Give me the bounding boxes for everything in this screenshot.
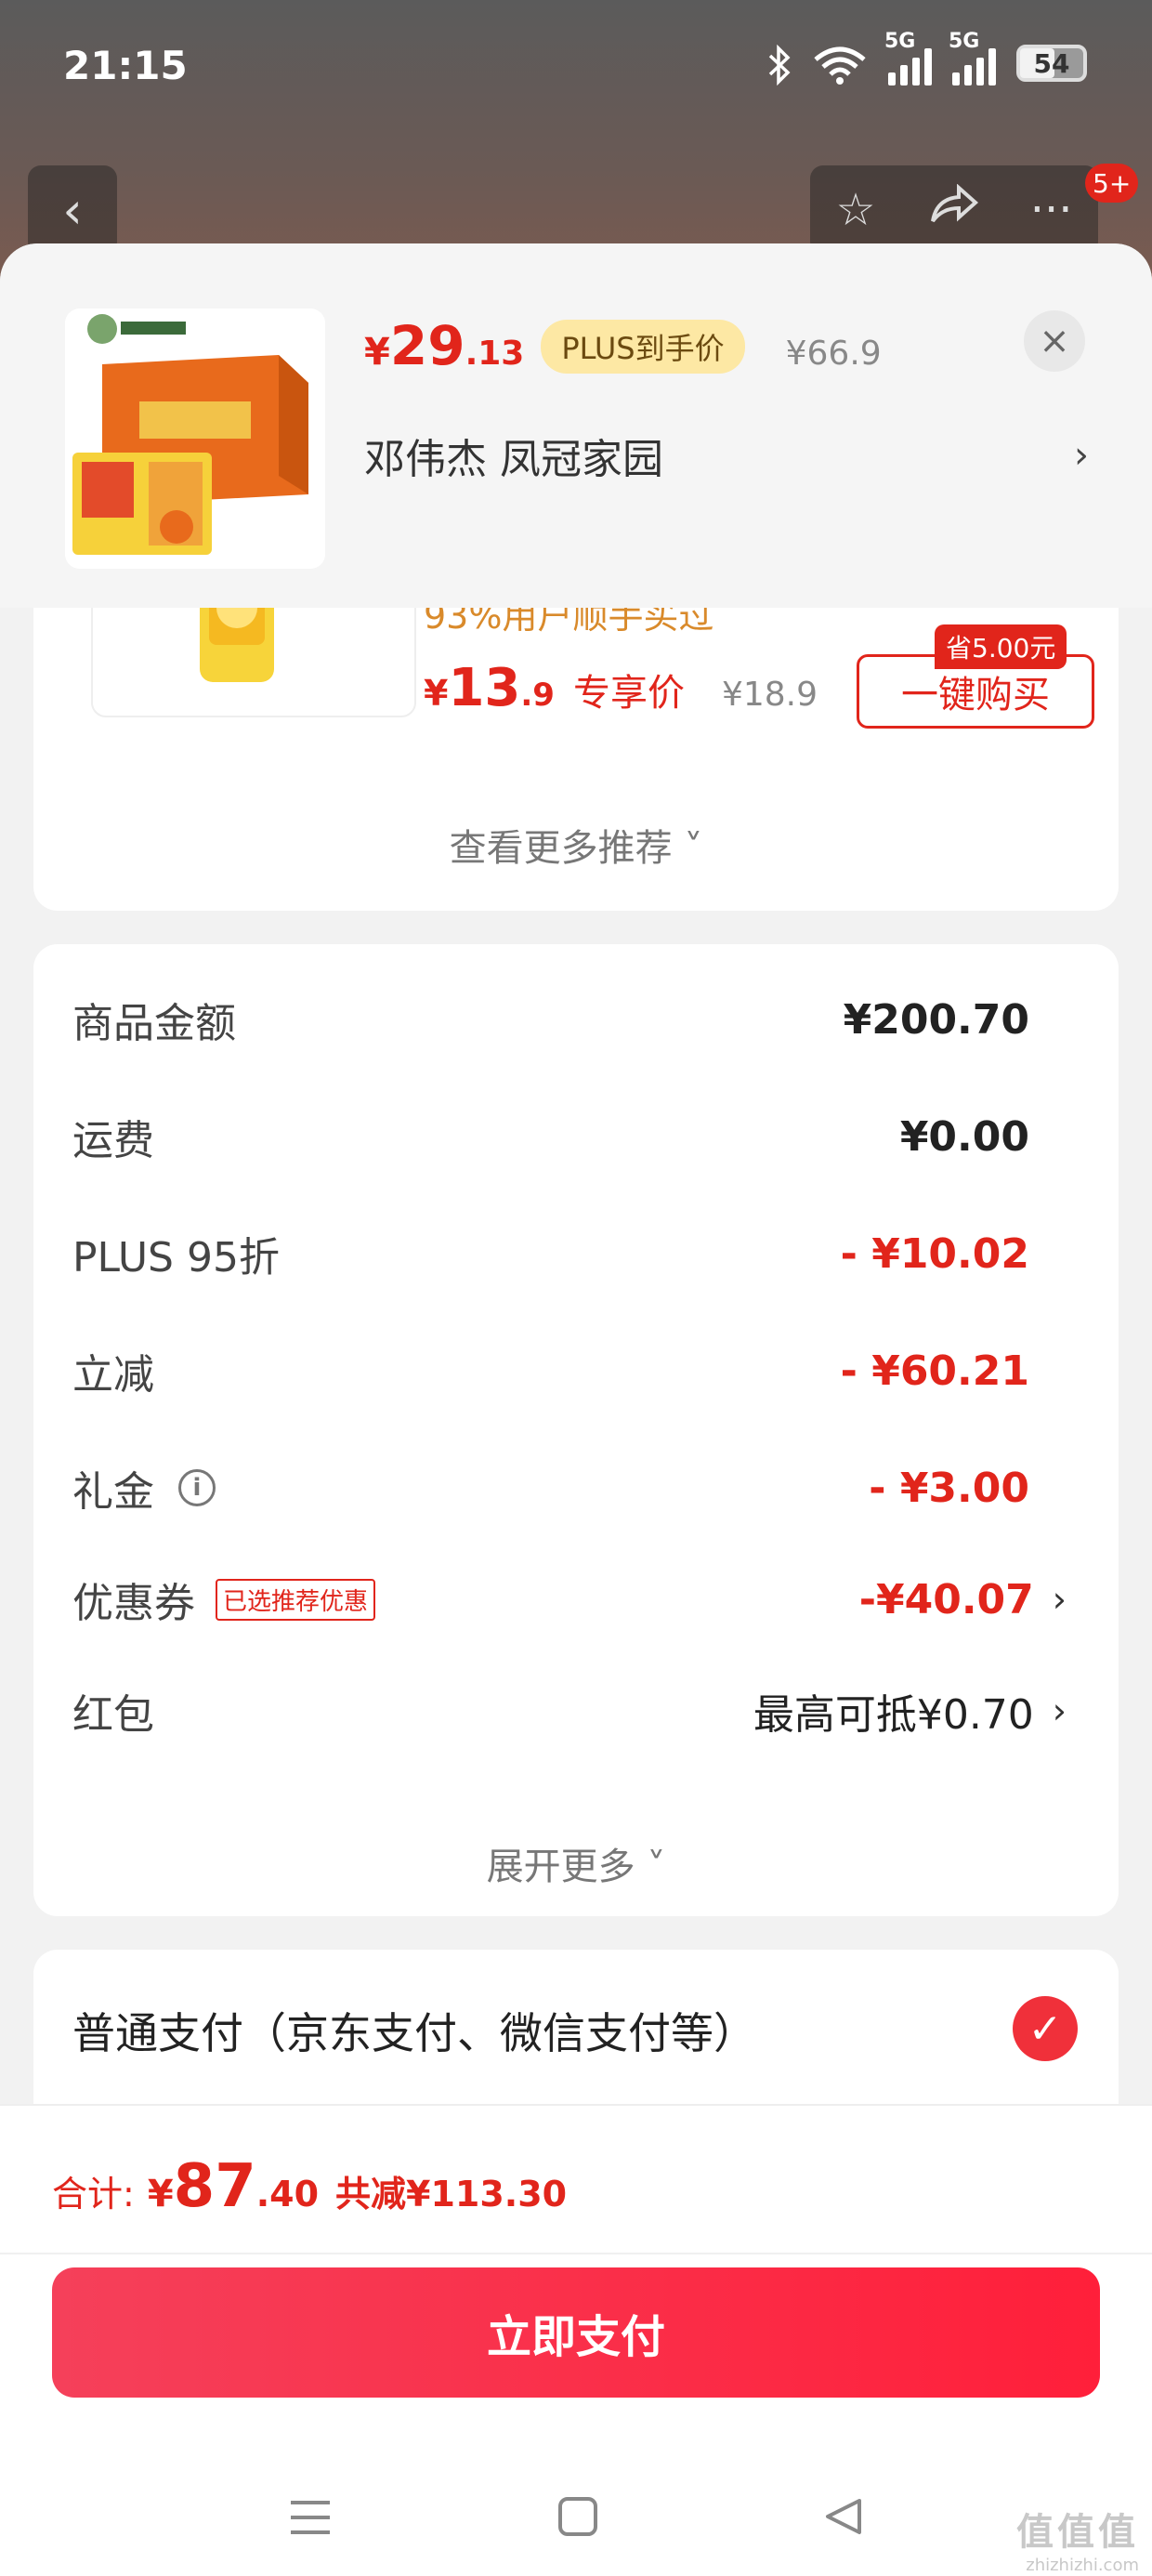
cost-row-red-packet[interactable]: 红包 最高可抵¥0.70 ›	[72, 1678, 1067, 1743]
back-triangle-icon[interactable]	[822, 2491, 865, 2551]
divider	[0, 2253, 1152, 2254]
total-saved: 共减¥113.30	[335, 2174, 568, 2215]
close-icon: ×	[1039, 320, 1070, 362]
watermark: 值值值 zhizhizhi.com	[1016, 2502, 1139, 2575]
cost-label: 立减	[72, 1351, 154, 1399]
product-image[interactable]	[65, 309, 325, 569]
info-icon[interactable]: i	[178, 1469, 216, 1506]
cost-label: 礼金	[72, 1468, 154, 1516]
cost-value-wrap: -¥40.07 ›	[859, 1576, 1067, 1623]
cost-value: - ¥10.02	[840, 1229, 1029, 1278]
exclusive-price-tag: 专享价	[572, 672, 685, 715]
cost-label: PLUS 95折	[72, 1234, 280, 1281]
pay-now-button[interactable]: 立即支付	[52, 2267, 1100, 2398]
watermark-text: 值值值	[1016, 2511, 1139, 2554]
wifi-icon	[812, 41, 868, 85]
cost-value: - ¥3.00	[869, 1464, 1029, 1512]
cost-breakdown-card: 商品金额 ¥200.70 运费 ¥0.00 PLUS 95折 - ¥10.02 …	[33, 944, 1119, 1916]
signal-icon: 5G	[884, 30, 932, 85]
home-square-icon[interactable]	[556, 2491, 599, 2551]
total-dec: .40	[255, 2174, 320, 2215]
payment-method-label: 普通支付（京东支付、微信支付等）	[72, 2008, 756, 2058]
more-icon[interactable]: ···	[1030, 184, 1073, 236]
cost-label: 运费	[72, 1117, 154, 1164]
original-price: ¥66.9	[785, 335, 882, 373]
battery-icon: 54	[1016, 45, 1087, 82]
chevron-right-icon: ›	[1052, 1579, 1067, 1620]
cost-label: 优惠券	[72, 1580, 195, 1627]
recommendation-price-row: ¥13.9 专享价 ¥18.9	[424, 658, 818, 718]
status-time: 21:15	[63, 43, 188, 88]
total-row: 合计: ¥87.40 共减¥113.30	[52, 2152, 567, 2221]
watermark-url: zhizhizhi.com	[1026, 2556, 1139, 2575]
back-button[interactable]: ‹	[28, 165, 117, 255]
close-button[interactable]: ×	[1024, 310, 1085, 372]
cost-row-coupon[interactable]: 优惠券 已选推荐优惠 -¥40.07 ›	[72, 1567, 1067, 1632]
net-type-label-2: 5G	[949, 30, 980, 53]
recommendation-price: ¥13.9	[424, 658, 555, 718]
cost-label: 红包	[72, 1691, 154, 1739]
plus-price: ¥29.13	[364, 314, 525, 377]
total-label: 合计:	[52, 2174, 135, 2215]
share-icon[interactable]	[927, 183, 979, 236]
cost-value: ¥200.70	[843, 995, 1029, 1044]
cost-row-instant-discount: 立减 - ¥60.21	[72, 1338, 1067, 1403]
save-badge: 省5.00元	[935, 624, 1067, 669]
bluetooth-icon	[767, 41, 792, 85]
plus-price-badge: PLUS到手价	[541, 320, 745, 374]
coupon-selected-tag: 已选推荐优惠	[216, 1578, 376, 1621]
battery-level: 54	[1033, 47, 1070, 79]
check-icon[interactable]: ✓	[1013, 1996, 1078, 2061]
sheet-header: ¥29.13 PLUS到手价 ¥66.9 × 邓伟杰 凤冠家园 ›	[0, 243, 1152, 608]
menu-icon[interactable]	[287, 2491, 334, 2551]
cost-row-plus-discount: PLUS 95折 - ¥10.02	[72, 1221, 1067, 1286]
top-toolbar: ☆ ···	[810, 165, 1098, 255]
chevron-right-icon: ›	[1074, 434, 1089, 477]
net-type-label: 5G	[884, 30, 916, 53]
cost-row-subtotal: 商品金额 ¥200.70	[72, 987, 1067, 1052]
status-icons: 5G 5G 54	[767, 30, 1087, 85]
cost-value: - ¥60.21	[840, 1347, 1029, 1395]
cost-value-wrap: 最高可抵¥0.70 ›	[753, 1681, 1067, 1741]
expand-more-link[interactable]: 展开更多 ˅	[33, 1836, 1119, 1890]
signal-icon-2: 5G	[949, 30, 996, 85]
recommendation-old-price: ¥18.9	[721, 676, 818, 714]
chevron-right-icon: ›	[1052, 1690, 1067, 1731]
cost-label-wrap: 礼金 i	[72, 1458, 216, 1518]
total-int: 87	[173, 2152, 256, 2221]
header-price-row: ¥29.13 PLUS到手价 ¥66.9	[364, 314, 882, 379]
cost-value: ¥0.00	[899, 1112, 1029, 1161]
star-icon[interactable]: ☆	[836, 184, 876, 236]
status-bar: 21:15 5G 5G 54	[0, 0, 1152, 139]
cart-count-badge: 5+	[1085, 164, 1139, 203]
cost-row-shipping: 运费 ¥0.00	[72, 1104, 1067, 1169]
bottom-bar: 合计: ¥87.40 共减¥113.30 立即支付 值值值 zhizhizhi.…	[0, 2104, 1152, 2576]
cost-value: -¥40.07	[858, 1575, 1034, 1623]
delivery-address-row[interactable]: 邓伟杰 凤冠家园 ›	[364, 426, 1089, 485]
cost-value: 最高可抵¥0.70	[753, 1691, 1034, 1739]
cost-row-gift-money: 礼金 i - ¥3.00	[72, 1455, 1067, 1520]
chevron-left-icon: ‹	[62, 180, 83, 240]
more-recommendations-link[interactable]: 查看更多推荐 ˅	[33, 818, 1119, 872]
cost-label-wrap: 优惠券 已选推荐优惠	[72, 1570, 376, 1629]
delivery-address: 邓伟杰 凤冠家园	[364, 436, 663, 483]
cost-label: 商品金额	[72, 1000, 236, 1047]
total-symbol: ¥	[147, 2173, 174, 2215]
system-nav-bar	[0, 2474, 1152, 2567]
